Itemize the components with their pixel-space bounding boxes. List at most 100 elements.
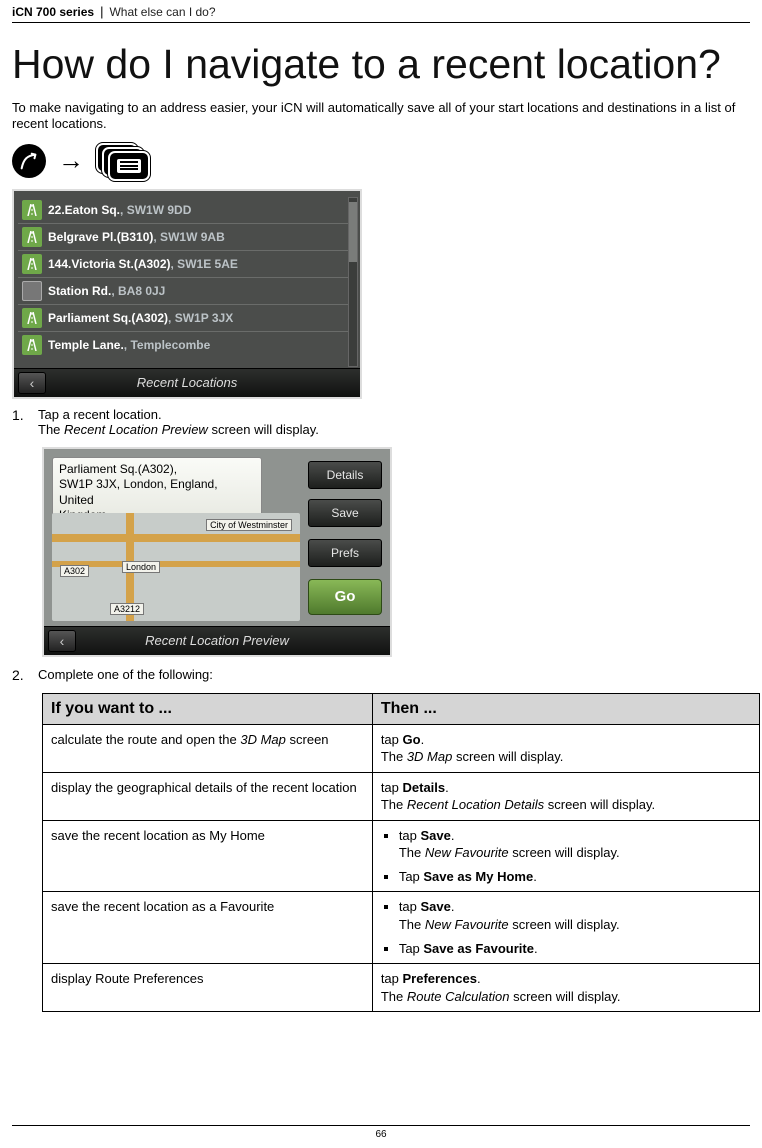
cell-text: calculate the route and open the [51,732,240,747]
details-button: Details [308,461,382,489]
cell-italic: 3D Map [407,749,453,764]
screen-title: Recent Location Preview [145,633,289,648]
location-name: Temple Lane. [48,338,124,352]
location-suffix: , SW1W 9DD [120,203,191,217]
cell-text: . [421,732,425,747]
cell-text: The [399,845,425,860]
cell-bold: Preferences [403,971,477,986]
cell-bold: Save as My Home [423,869,533,884]
screen-footer: ‹ Recent Locations [14,368,360,397]
prefs-button: Prefs [308,539,382,567]
location-name: Belgrave Pl.(B310) [48,230,153,244]
options-table: If you want to ... Then ... calculate th… [42,693,760,1013]
scrollbar [348,197,358,367]
cell-text: screen will display. [509,917,620,932]
cell-text: screen will display. [452,749,563,764]
go-screen-icon [12,144,46,178]
cell-text: tap [381,732,403,747]
list-item: 144.Victoria St.(A302), SW1E 5AE [18,251,356,278]
cell-italic: Route Calculation [407,989,510,1004]
go-button: Go [308,579,382,615]
cell-text: . [534,941,538,956]
table-row: display Route Preferences tap Preference… [43,964,760,1012]
header-separator: | [100,4,103,19]
cell-text: display Route Preferences [51,971,203,986]
cell-bold: Save [421,828,451,843]
page-header: iCN 700 series | What else can I do? [12,0,750,23]
list-item: Station Rd., BA8 0JJ [18,278,356,305]
map-preview: City of Westminster London A302 A3212 [52,513,300,621]
product-name: iCN 700 series [12,5,94,19]
cell-text: tap [399,899,421,914]
cell-text: Tap [399,941,424,956]
location-suffix: , SW1P 3JX [168,311,233,325]
location-preview-screenshot: Parliament Sq.(A302), SW1P 3JX, London, … [42,447,392,657]
location-suffix: , BA8 0JJ [111,284,165,298]
cell-text: . [477,971,481,986]
cell-text: Tap [399,869,424,884]
area-icon [22,281,42,301]
cell-text: The [381,749,407,764]
step-2: 2. Complete one of the following: [12,667,750,683]
table-row: save the recent location as My Home tap … [43,820,760,892]
back-button: ‹ [48,630,76,652]
cell-text: The [399,917,425,932]
table-header-want: If you want to ... [43,693,373,724]
road-icon [22,200,42,220]
list-item: Parliament Sq.(A302), SW1P 3JX [18,305,356,332]
location-suffix: , SW1E 5AE [171,257,238,271]
cell-italic: New Favourite [425,917,509,932]
screen-footer: ‹ Recent Location Preview [44,626,390,655]
cell-text: . [451,899,455,914]
cell-bold: Go [403,732,421,747]
road-icon [22,335,42,355]
page-number: 66 [12,1125,750,1140]
list-item: Temple Lane., Templecombe [18,332,356,358]
cell-text: tap [399,828,421,843]
save-button: Save [308,499,382,527]
road-icon [22,227,42,247]
list-item: Belgrave Pl.(B310), SW1W 9AB [18,224,356,251]
intro-paragraph: To make navigating to an address easier,… [12,100,750,133]
map-label: London [122,561,160,573]
arrow-icon: → [58,145,84,176]
table-row: save the recent location as a Favourite … [43,892,760,964]
page-title: How do I navigate to a recent location? [12,41,750,88]
recent-locations-screenshot: 22.Eaton Sq., SW1W 9DD Belgrave Pl.(B310… [12,189,362,399]
cell-text: . [445,780,449,795]
: tap [381,780,403,795]
cell-text: save the recent location as a Favourite [51,899,274,914]
table-row: display the geographical details of the … [43,772,760,820]
location-name: Parliament Sq.(A302) [48,311,168,325]
location-name: 22.Eaton Sq. [48,203,120,217]
cell-text: . [533,869,537,884]
table-row: calculate the route and open the 3D Map … [43,724,760,772]
back-button: ‹ [18,372,46,394]
recent-locations-icon [96,143,148,179]
cell-text: screen will display. [544,797,655,812]
step-text: Tap a recent location. [38,407,162,422]
cell-bold: Save as Favourite [423,941,534,956]
cell-italic: New Favourite [425,845,509,860]
step-sub-suffix: screen will display. [208,422,319,437]
cell-text: tap [381,971,403,986]
cell-text: The [381,797,407,812]
step-sub-prefix: The [38,422,64,437]
cell-text: screen [286,732,329,747]
cell-text: screen will display. [509,845,620,860]
cell-bold: Save [421,899,451,914]
step-1: 1. Tap a recent location. The Recent Loc… [12,407,750,437]
chapter-title: What else can I do? [109,5,215,19]
location-name: 144.Victoria St.(A302) [48,257,171,271]
road-icon [22,308,42,328]
step-text: Complete one of the following: [38,667,750,683]
map-label: City of Westminster [206,519,292,531]
cell-text: display the geographical details of the … [51,780,357,795]
location-name: Station Rd. [48,284,111,298]
map-label: A302 [60,565,89,577]
list-item: 22.Eaton Sq., SW1W 9DD [18,197,356,224]
cell-italic: 3D Map [240,732,286,747]
step-sub-italic: Recent Location Preview [64,422,208,437]
screen-title: Recent Locations [137,375,237,390]
table-header-then: Then ... [372,693,759,724]
